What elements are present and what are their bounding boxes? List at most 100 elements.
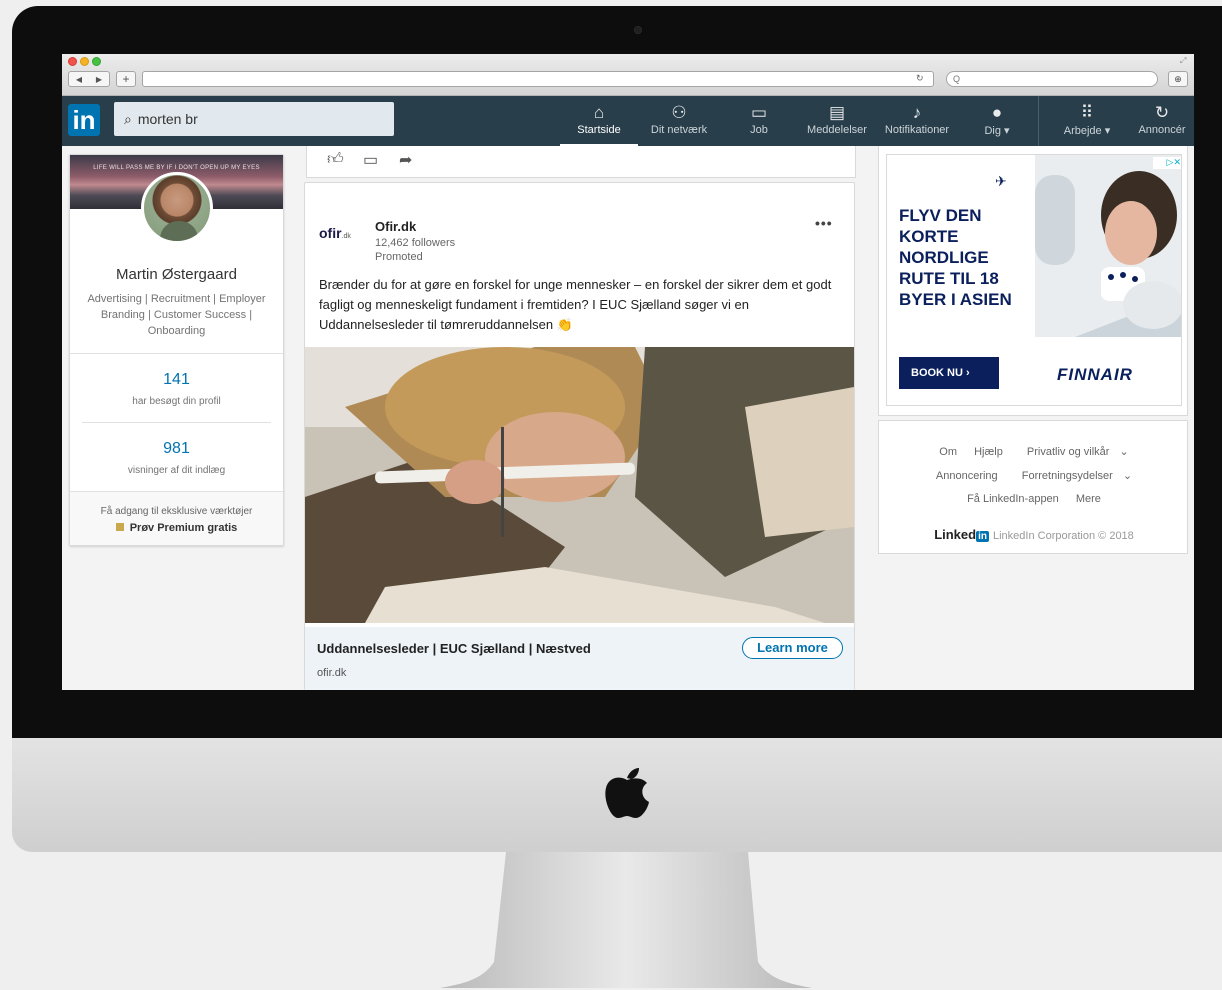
- footer-brand: Linked in LinkedIn Corporation © 2018: [879, 527, 1189, 542]
- nav-notifications-label: Notifikationer: [884, 124, 950, 136]
- back-arrow-icon[interactable]: ◀: [76, 75, 82, 84]
- nav-advertise[interactable]: ↻ Annoncér: [1132, 96, 1192, 146]
- post-views-label: visninger af dit indlæg: [127, 465, 226, 476]
- footer-row-2: Annoncering Forretningsydelser ⌄: [879, 469, 1189, 482]
- company-logo[interactable]: ofir.dk: [319, 225, 367, 249]
- profile-views-label: har besøgt din profil: [132, 396, 221, 407]
- profile-avatar-icon: ●: [991, 103, 1003, 122]
- footer-copyright: LinkedIn Corporation © 2018: [992, 530, 1134, 542]
- profile-views-count[interactable]: 141: [70, 371, 283, 389]
- home-icon: ⌂: [593, 103, 605, 122]
- more-options-icon[interactable]: •••: [815, 215, 833, 231]
- grid-icon: ⠿: [1080, 103, 1094, 122]
- footer-card: Om Hjælp Privatliv og vilkår ⌄ Annonceri…: [878, 420, 1188, 554]
- browser-search-field[interactable]: Q: [946, 71, 1158, 87]
- footer-row-1: Om Hjælp Privatliv og vilkår ⌄: [879, 445, 1189, 458]
- nav-jobs-label: Job: [750, 124, 768, 136]
- nav-messages-label: Meddelelser: [807, 124, 867, 136]
- footer-logo: Linked in: [934, 527, 989, 542]
- company-followers: 12,462 followers: [375, 237, 456, 249]
- search-icon: ⌕: [124, 110, 132, 127]
- footer-link-more[interactable]: Mere: [1076, 493, 1101, 505]
- profile-headline: Advertising | Recruitment | Employer Bra…: [87, 293, 266, 337]
- avatar[interactable]: [141, 172, 213, 244]
- book-now-button[interactable]: BOOK NU ›: [899, 357, 999, 389]
- avatar-shirt: [160, 221, 198, 241]
- finnair-ad[interactable]: ▷✕ ✈ FLYV DEN KORTE NORDLIGE RUTE TIL 18…: [886, 154, 1182, 406]
- apple-logo-icon: [605, 768, 649, 818]
- previous-post-actions: 👍︎ ▭ ➦: [306, 146, 856, 178]
- search-input[interactable]: [137, 111, 368, 127]
- divider: [82, 422, 271, 423]
- window-close-button[interactable]: [68, 57, 77, 66]
- footer-link-advertising[interactable]: Annoncering: [936, 470, 998, 482]
- linkedin-logo[interactable]: in: [68, 104, 100, 136]
- share-icon[interactable]: ➦: [399, 150, 412, 170]
- footer-link-privacy[interactable]: Privatliv og vilkår ⌄: [1020, 446, 1129, 458]
- post-views-count[interactable]: 981: [70, 440, 283, 458]
- promoted-post-card: ofir.dk Ofir.dk 12,462 followers Promote…: [304, 182, 855, 690]
- profile-name[interactable]: Martin Østergaard: [70, 266, 283, 283]
- nav-network-label: Dit netværk: [650, 124, 708, 136]
- nav-advertise-label: Annoncér: [1138, 124, 1186, 136]
- nav-network[interactable]: ⚇ Dit netværk: [644, 96, 714, 146]
- window-maximize-button[interactable]: [92, 57, 101, 66]
- messages-icon: ▤: [828, 103, 846, 122]
- ad-title[interactable]: Uddannelsesleder | EUC Sjælland | Næstve…: [317, 641, 591, 656]
- nav-work[interactable]: ⠿ Arbejde ▾: [1052, 96, 1122, 146]
- divider: [70, 353, 283, 354]
- browser-toolbar: ⤢ ◀ ▶ + ↻ Q ⊕: [62, 54, 1194, 96]
- ad-headline: FLYV DEN KORTE NORDLIGE RUTE TIL 18 BYER…: [899, 206, 1012, 309]
- premium-text: Få adgang til eksklusive værktøjer: [100, 506, 253, 517]
- monitor-stand: [440, 852, 812, 988]
- post-text: Brænder du for at gøre en forskel for un…: [319, 277, 832, 332]
- camera-icon: [634, 26, 642, 34]
- learn-more-button[interactable]: Learn more: [742, 637, 843, 659]
- banner-text: LIFE WILL PASS ME BY IF I DON'T OPEN UP …: [93, 165, 260, 171]
- premium-box[interactable]: Få adgang til eksklusive værktøjer Prøv …: [70, 491, 283, 545]
- comment-icon[interactable]: ▭: [363, 150, 378, 170]
- search-box[interactable]: ⌕: [114, 102, 394, 136]
- nav-divider: [1038, 96, 1039, 146]
- back-forward-buttons[interactable]: ◀ ▶: [68, 71, 110, 87]
- premium-cta[interactable]: Prøv Premium gratis: [70, 522, 283, 534]
- linkedin-navbar: in ⌕ ⌂ Startside ⚇ Dit netværk ▭ Job ▤ M…: [62, 96, 1194, 146]
- footer-link-about[interactable]: Om: [939, 446, 957, 458]
- post-image[interactable]: [305, 347, 854, 623]
- nav-home[interactable]: ⌂ Startside: [560, 96, 638, 146]
- new-tab-button[interactable]: +: [116, 71, 136, 87]
- people-icon: ⚇: [671, 103, 687, 122]
- nav-notifications[interactable]: ♪ Notifikationer: [878, 96, 956, 146]
- window-minimize-button[interactable]: [80, 57, 89, 66]
- ad-photo: [1035, 155, 1181, 337]
- advertise-icon: ↻: [1154, 103, 1170, 122]
- profile-card: LIFE WILL PASS ME BY IF I DON'T OPEN UP …: [69, 154, 284, 546]
- forward-arrow-icon[interactable]: ▶: [96, 75, 102, 84]
- fullscreen-icon[interactable]: ⤢: [1180, 56, 1186, 66]
- imac-frame: ⤢ ◀ ▶ + ↻ Q ⊕ in ⌕ ⌂ Startside ⚇ Dit: [0, 0, 1222, 990]
- promoted-label: Promoted: [375, 251, 423, 263]
- premium-icon: [115, 523, 124, 531]
- footer-link-help[interactable]: Hjælp: [974, 446, 1003, 458]
- ad-link-bar[interactable]: Uddannelsesleder | EUC Sjælland | Næstve…: [305, 627, 854, 690]
- reload-icon[interactable]: ↻: [916, 73, 924, 84]
- ad-choices-icon[interactable]: ▷✕: [1153, 157, 1181, 169]
- briefcase-icon: ▭: [750, 103, 768, 122]
- like-icon[interactable]: 👍︎: [327, 150, 344, 169]
- nav-messages[interactable]: ▤ Meddelelser: [802, 96, 872, 146]
- footer-link-app[interactable]: Få LinkedIn-appen: [967, 493, 1059, 505]
- nav-me-label: Dig ▾: [984, 125, 1010, 137]
- nav-me[interactable]: ● Dig ▾: [974, 96, 1020, 146]
- download-icon[interactable]: ⊕: [1168, 71, 1188, 87]
- browser-window: ⤢ ◀ ▶ + ↻ Q ⊕ in ⌕ ⌂ Startside ⚇ Dit: [62, 54, 1194, 690]
- url-bar[interactable]: [142, 71, 934, 87]
- nav-work-label: Arbejde ▾: [1063, 125, 1111, 137]
- sidebar-ad-card: ▷✕ ✈ FLYV DEN KORTE NORDLIGE RUTE TIL 18…: [878, 146, 1188, 416]
- nav-jobs[interactable]: ▭ Job: [734, 96, 784, 146]
- finnair-logo: FINNAIR: [1057, 365, 1133, 384]
- nav-home-label: Startside: [577, 124, 621, 136]
- footer-row-3: Få LinkedIn-appen Mere: [879, 493, 1189, 505]
- ad-domain: ofir.dk: [317, 667, 347, 679]
- footer-link-business[interactable]: Forretningsydelser ⌄: [1015, 470, 1132, 482]
- company-name[interactable]: Ofir.dk: [375, 219, 416, 234]
